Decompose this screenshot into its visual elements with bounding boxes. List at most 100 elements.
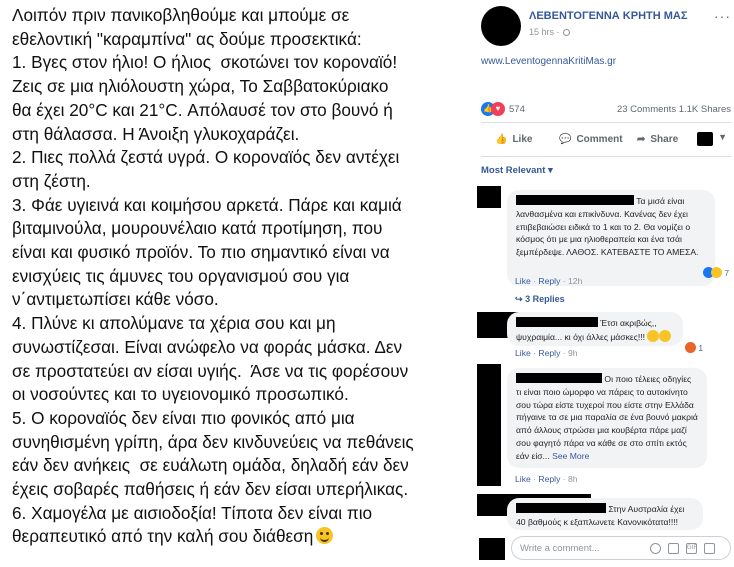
post-text-line: βιταμινούλα, μουρουνέλαιο κατά προτίμηση… [12,218,383,239]
comment-input[interactable]: Write a comment... GIF [511,536,731,560]
comment-bubble: Τα μισά είναι λανθασμένα και επικίνδυνα.… [507,190,715,286]
replies-label: 3 Replies [525,294,565,304]
reaction-count: 1 [698,343,704,353]
post-link[interactable]: www.LeventogennaKritiMas.gr [481,56,616,67]
comment-reply-link[interactable]: Reply [538,276,560,286]
share-button[interactable]: ➦ Share [637,134,678,145]
user-avatar[interactable] [479,538,505,560]
comment-label: Comment [576,134,623,145]
share-icon: ➦ [637,134,646,145]
post-text-line: 5. Ο κοροναϊός δεν είναι πιο φονικός από… [12,407,355,428]
comment-text: ψυχραιμία... κι όχι άλλες μάσκες!!! [516,331,646,342]
emoji-icon[interactable] [650,543,661,554]
post-text-line: στη θάλασσα. Η Άνοιξη γλυκοχαράζει. [12,123,300,144]
comment-like-link[interactable]: Like [515,474,531,484]
comment-text: 40 βαθμούς κ εξαπλωνετε Κανονικότατα!!!!… [516,516,679,530]
comment-time[interactable]: 9h [568,348,578,358]
post-text-line: 2. Πιες πολλά ζεστά υγρά. Ο κοροναϊός δε… [12,147,400,168]
comment-text: Στην Αυστραλία έχει [608,504,685,514]
page-avatar[interactable] [481,6,521,46]
comment-text: Οι ποιο τέλειες οδηγίες [604,374,692,384]
post-text-line: Λοιπόν πριν πανικοβληθούμε και μπούμε σε [12,5,350,25]
view-replies-link[interactable]: ↪ 3 Replies [515,294,565,305]
comment-like-link[interactable]: Like [515,276,531,286]
redacted-name [516,317,598,327]
post-stats: 👍 ♥ 574 23 Comments 1.1K Shares [481,102,731,118]
timestamp[interactable]: 15 hrs [529,27,554,37]
post-text-line: στη ζέστη. [12,170,91,191]
post-text-line: 6. Χαμογέλα με αισιοδοξία! Τίποτα δεν εί… [12,502,373,523]
commenter-avatar[interactable] [477,364,501,486]
comment-meta: Like · Reply · 12h [515,276,583,286]
gif-icon[interactable]: GIF [686,543,697,554]
post-time: 15 hrs · [529,27,570,37]
smiley-emoji-icon [316,527,334,545]
post-text-line: συνηθισμένη γρίπη, άρα δεν κινδυνεύεις ν… [12,431,414,452]
like-label: Like [512,134,533,145]
grinning-emoji-icon [647,329,660,342]
comment-reactions[interactable]: 1 [685,342,703,353]
more-options-icon[interactable]: ··· [714,8,731,24]
post-text: Λοιπόν πριν πανικοβληθούμε και μπούμε σε… [12,4,462,549]
comment-time[interactable]: 12h [568,276,582,286]
post-text-line: θα έχει 20°C και 21°C. Απόλαυσέ τον στο … [12,99,393,120]
post-text-line: είναι και φυσικό προϊόν. Το πιο σημαντικ… [12,242,390,263]
comments-shares-count[interactable]: 23 Comments 1.1K Shares [617,104,731,115]
comment-text: τι είναι ποιο ώμορφο να πάρεις το αυτοκί… [516,386,698,461]
reply-arrow-icon: ↪ [515,294,523,304]
comment-bubble: Στην Αυστραλία έχει 40 βαθμούς κ εξαπλων… [507,498,703,530]
globe-icon [562,29,570,36]
post-text-line: συνωστίζεσαι. Είναι ανώφελο να φοράς μάσ… [12,336,403,357]
commenter-avatar[interactable] [477,186,501,208]
comment-meta: Like · Reply · 8h [515,474,578,484]
redacted-name [516,503,606,513]
post-text-line: σε προστατεύει αν είσαι υγιής. Άσε να τι… [12,360,409,381]
post-text-line: ν΄αντιμετωπίσει κάθε νόσο. [12,289,219,310]
laughing-emoji-icon [659,329,672,342]
post-text-line: 3. Φάε υγιεινά και κοιμήσου αρκετά. Πάρε… [12,194,402,215]
share-label: Share [650,134,679,145]
comment-text: λανθασμένα και επικίνδυνα. Κανένας δεν έ… [516,208,699,258]
sticker-icon[interactable] [704,543,715,554]
comment-meta: Like · Reply · 9h [515,348,578,358]
post-text-line: ενισχύεις τις άμυνες του οργανισμού σου … [12,265,350,286]
comment-reactions[interactable]: 7 [703,267,729,278]
redacted-name [516,195,634,205]
chevron-down-icon[interactable]: ▼ [718,132,727,142]
post-header: ΛΕΒΕΝΤΟΓΕΝΝΑ ΚΡΗΤΗ ΜΑΣ 15 hrs · ··· [481,6,731,46]
redacted-name [516,373,602,383]
angry-reaction-icon [685,342,696,353]
reactions-count[interactable]: 574 [509,104,525,115]
divider [481,156,731,157]
camera-icon[interactable] [668,543,679,554]
reaction-count: 7 [724,268,730,278]
see-more-link[interactable]: See More [552,451,589,461]
comment-bubble: Οι ποιο τέλειες οδηγίες τι είναι ποιο ώμ… [507,368,707,468]
comment-reply-link[interactable]: Reply [538,474,560,484]
like-button[interactable]: 👍 Like [495,134,532,145]
comment-reply-link[interactable]: Reply [538,348,560,358]
post-text-line: εθελοντική "καραμπίνα" ας δούμε προσεκτι… [12,28,362,49]
post-text-line: Ζεις σε μια ηλιόλουστη χώρα, Το Σαββατοκ… [12,76,389,97]
comment-bubble: Έτσι ακριβώς,, ψυχραιμία... κι όχι άλλες… [507,312,683,346]
comment-placeholder: Write a comment... [520,543,600,554]
post-text-line: θεραπευτικό από την καλή σου διάθεση [12,525,462,549]
divider [481,122,731,123]
thumbs-up-icon: 👍 [495,134,508,145]
comment-time[interactable]: 8h [568,474,578,484]
haha-reaction-icon [711,267,722,278]
write-comment-bar: Write a comment... GIF [479,536,731,562]
love-reaction-icon[interactable]: ♥ [491,102,505,116]
comment-like-link[interactable]: Like [515,348,531,358]
post-text-line: οι νοσούντες και το υγειονομικό προσωπικ… [12,384,349,405]
comment-text: Έτσι ακριβώς,, [600,318,657,328]
post-text-line: εάν δεν ανήκεις σε ευάλωτη ομάδα, δηλαδή… [12,455,409,476]
comment-text: Τα μισά είναι [636,196,685,206]
profile-selector-avatar[interactable] [697,132,713,146]
action-bar: 👍 Like 💬 Comment ➦ Share ▼ [481,128,731,152]
page-name[interactable]: ΛΕΒΕΝΤΟΓΕΝΝΑ ΚΡΗΤΗ ΜΑΣ [529,10,687,22]
comment-icon: 💬 [559,134,572,145]
post-text-line: 1. Βγες στον ήλιο! Ο ήλιος σκοτώνει τον … [12,52,398,73]
comment-sort-dropdown[interactable]: Most Relevant ▾ [481,165,553,176]
comment-button[interactable]: 💬 Comment [559,134,623,145]
